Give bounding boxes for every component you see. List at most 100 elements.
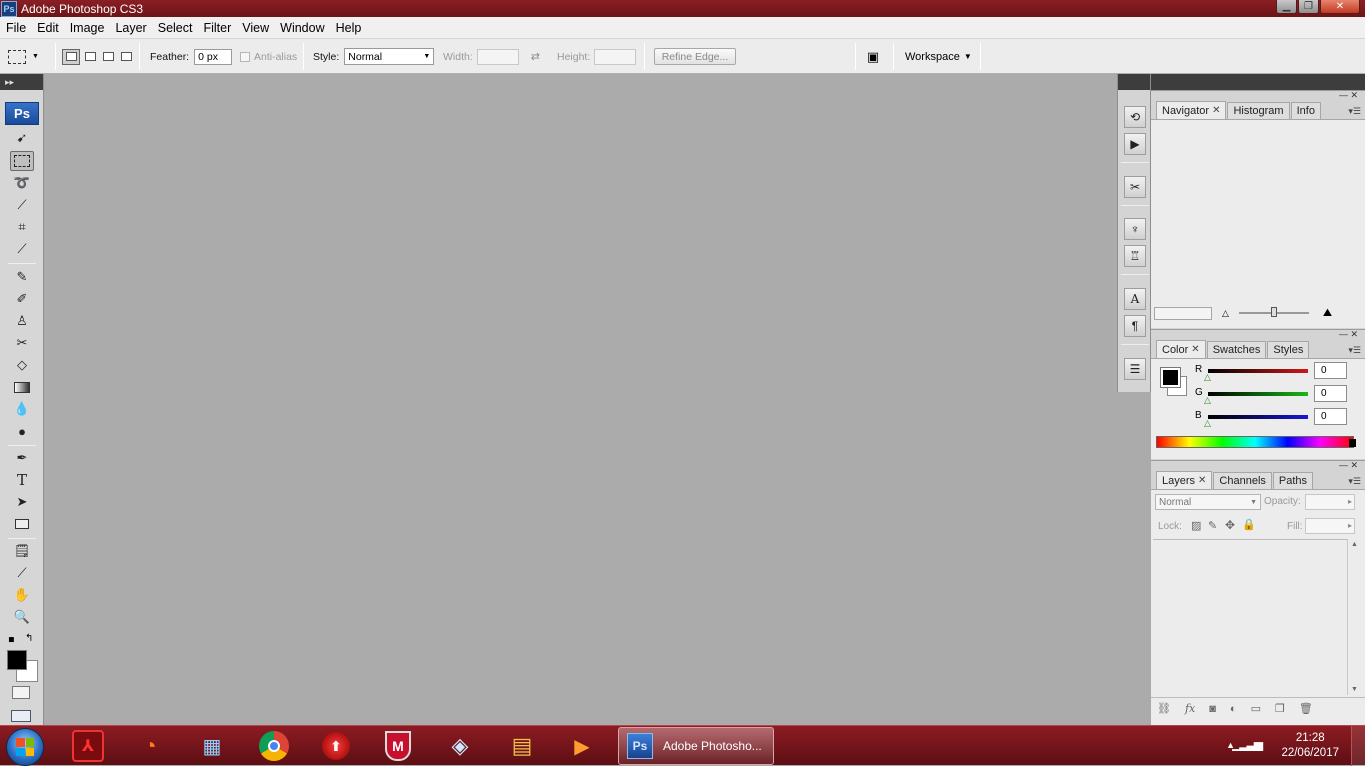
panel-menu-icon[interactable]: ▾☰ [1348, 106, 1361, 117]
zoom-level-input[interactable] [1154, 306, 1212, 320]
taskbar-photoshop-button[interactable]: Ps Adobe Photosho... [618, 727, 774, 765]
screen-mode-icon[interactable] [11, 710, 31, 722]
dock-collapse-icon[interactable] [1118, 74, 1150, 90]
foreground-color-preview[interactable] [1160, 367, 1181, 388]
blur-tool-icon[interactable]: 💧 [10, 399, 34, 419]
ccleaner-icon[interactable]: ◔ [134, 730, 166, 762]
intersect-selection-icon[interactable] [118, 49, 134, 65]
panel-close-icon[interactable]: — ✕ [1339, 90, 1358, 101]
brushes-panel-icon[interactable]: ♆ [1124, 218, 1146, 240]
menu-edit[interactable]: Edit [31, 21, 64, 35]
download-manager-icon[interactable]: ⬆ [320, 730, 352, 762]
zoom-in-icon[interactable]: ⛰ [1323, 307, 1332, 320]
slice-tool-icon[interactable]: ⟋ [10, 239, 34, 259]
gradient-tool-icon[interactable] [10, 377, 34, 397]
default-colors-icon[interactable]: ◾ [8, 634, 15, 645]
healing-brush-tool-icon[interactable]: ✎ [10, 267, 34, 287]
panel-close-icon[interactable]: — ✕ [1339, 460, 1358, 471]
channel-value-b[interactable]: 0 [1314, 408, 1347, 425]
opacity-input[interactable]: ▸ [1305, 494, 1355, 510]
minimize-button[interactable]: ▁ [1276, 0, 1297, 14]
history-brush-tool-icon[interactable]: ✂ [10, 333, 34, 353]
subtract-from-selection-icon[interactable] [100, 49, 116, 65]
paragraph-panel-icon[interactable]: ¶ [1124, 315, 1146, 337]
eyedropper-tool-icon[interactable]: ⟋ [10, 563, 34, 583]
panel-menu-icon[interactable]: ▾☰ [1348, 476, 1361, 487]
lasso-tool-icon[interactable]: ➰ [10, 173, 34, 193]
dodge-tool-icon[interactable]: ● [10, 421, 34, 441]
fill-input[interactable]: ▸ [1305, 518, 1355, 534]
move-tool-icon[interactable]: ➹ [10, 128, 34, 148]
acrobat-icon[interactable]: ⅄ [72, 730, 104, 762]
clone-source-panel-icon[interactable]: ♖ [1124, 245, 1146, 267]
pen-tool-icon[interactable]: ✒ [10, 448, 34, 468]
tab-navigator[interactable]: Navigator ✕ [1156, 101, 1227, 119]
tool-preset-picker[interactable]: ▼ [8, 39, 39, 74]
lock-image-icon[interactable]: ✎ [1208, 519, 1217, 532]
mcafee-icon[interactable]: M [382, 730, 414, 762]
lock-transparent-icon[interactable]: ▨ [1191, 519, 1201, 532]
path-selection-tool-icon[interactable]: ➤ [10, 492, 34, 512]
tab-color[interactable]: Color ✕ [1156, 340, 1206, 358]
height-input[interactable] [594, 48, 637, 65]
delete-layer-icon[interactable]: 🗑 [1299, 702, 1313, 715]
feather-input[interactable]: 0 px [194, 48, 233, 65]
marquee-tool-icon[interactable] [10, 151, 34, 171]
notes-app-icon[interactable]: ◈ [444, 730, 476, 762]
slider-handle-icon[interactable]: △ [1204, 372, 1211, 383]
channel-slider-r[interactable] [1208, 369, 1308, 373]
rectangle-tool-icon[interactable] [10, 514, 34, 534]
refine-edge-button[interactable]: Refine Edge... [654, 48, 736, 65]
network-signal-icon[interactable]: ▁▂▃▅ [1232, 737, 1263, 751]
bridge-icon[interactable]: ▣ [862, 48, 884, 66]
zoom-tool-icon[interactable]: 🔍 [10, 607, 34, 627]
zoom-slider[interactable] [1238, 307, 1309, 317]
channel-value-g[interactable]: 0 [1314, 385, 1347, 402]
new-layer-icon[interactable]: ❐ [1275, 702, 1285, 715]
new-group-icon[interactable]: ▭ [1251, 702, 1261, 715]
add-to-selection-icon[interactable] [82, 49, 98, 65]
swap-icon[interactable]: ⇄ [531, 50, 540, 63]
slider-handle-icon[interactable]: △ [1204, 418, 1211, 429]
quick-mask-icon[interactable] [12, 686, 30, 699]
layers-scrollbar[interactable]: ▲ ▼ [1347, 539, 1361, 695]
channel-value-r[interactable]: 0 [1314, 362, 1347, 379]
style-select[interactable]: Normal ▼ [344, 48, 435, 65]
clone-stamp-tool-icon[interactable]: ♙ [10, 311, 34, 331]
panel-close-icon[interactable]: — ✕ [1339, 329, 1358, 340]
panels-collapse-icon[interactable] [1151, 74, 1365, 90]
menu-select[interactable]: Select [152, 21, 198, 35]
blend-mode-select[interactable]: Normal ▼ [1155, 494, 1261, 510]
tab-histogram[interactable]: Histogram [1227, 102, 1290, 119]
lock-position-icon[interactable]: ✥ [1225, 518, 1235, 532]
channel-slider-b[interactable] [1208, 415, 1308, 419]
layers-list[interactable] [1153, 539, 1347, 695]
adjustment-layer-icon[interactable]: ◐ [1230, 703, 1237, 715]
tab-swatches[interactable]: Swatches [1206, 341, 1267, 358]
actions-panel-icon[interactable]: ▶ [1124, 133, 1146, 155]
file-explorer-icon[interactable]: ▤ [506, 730, 538, 762]
menu-view[interactable]: View [236, 21, 274, 35]
panel-menu-icon[interactable]: ▾☰ [1348, 345, 1361, 356]
chrome-icon[interactable] [258, 730, 290, 762]
ramp-black-swatch[interactable] [1349, 439, 1356, 447]
tool-presets-panel-icon[interactable]: ✂ [1124, 176, 1146, 198]
menu-filter[interactable]: Filter [197, 21, 236, 35]
winrar-icon[interactable]: ▦ [196, 730, 228, 762]
channel-slider-g[interactable] [1208, 392, 1308, 396]
taskbar-clock[interactable]: 21:28 22/06/2017 [1281, 731, 1339, 761]
hand-tool-icon[interactable]: ✋ [10, 585, 34, 605]
tab-paths[interactable]: Paths [1272, 472, 1314, 489]
type-tool-icon[interactable]: T [10, 470, 34, 490]
foreground-color-swatch[interactable] [7, 650, 27, 670]
ps-badge[interactable]: Ps [5, 102, 39, 125]
menu-help[interactable]: Help [330, 21, 367, 35]
tab-info[interactable]: Info [1290, 102, 1321, 119]
notes-tool-icon[interactable]: 🗒 [10, 541, 34, 561]
character-panel-icon[interactable]: A [1124, 288, 1146, 310]
layer-comps-panel-icon[interactable]: ☰ [1124, 358, 1146, 380]
color-ramp[interactable] [1156, 436, 1354, 448]
zoom-out-icon[interactable]: △ [1222, 308, 1229, 319]
brush-tool-icon[interactable]: ✐ [10, 289, 34, 309]
show-desktop-button[interactable] [1351, 726, 1365, 766]
